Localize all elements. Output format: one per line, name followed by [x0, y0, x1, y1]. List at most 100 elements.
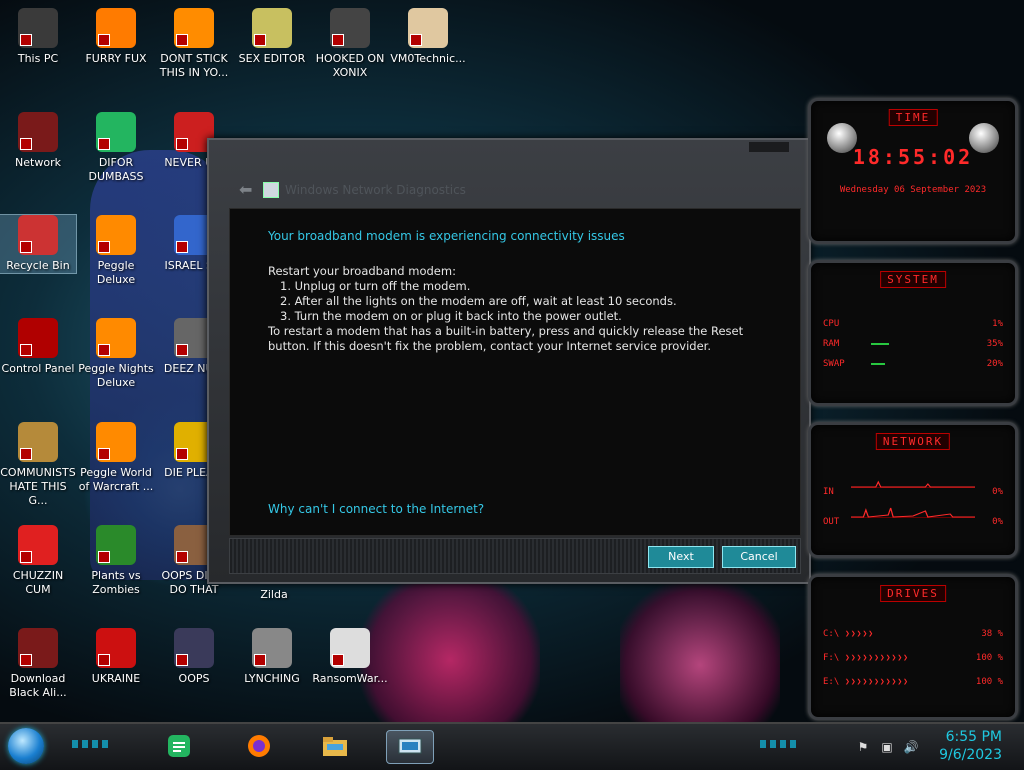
control-panel-icon [18, 318, 58, 358]
desktop-icon-label: This PC [17, 52, 59, 65]
desktop-icon[interactable]: Plants vs Zombies [78, 525, 154, 597]
shortcut-arrow-icon [98, 448, 110, 460]
desktop-icon[interactable]: Download Black Ali... [0, 628, 76, 700]
instruction-step: 2. After all the lights on the modem are… [280, 294, 677, 308]
desktop-icon[interactable]: RansomWar... [312, 628, 388, 686]
shortcut-arrow-icon [98, 138, 110, 150]
cancel-button[interactable]: Cancel [722, 546, 796, 568]
desktop-icon[interactable]: This PC [0, 8, 76, 66]
back-arrow-icon[interactable]: ⬅ [239, 181, 257, 199]
money-bag-icon [18, 422, 58, 462]
desktop-icon-label: COMMUNISTS HATE THIS G... [0, 466, 76, 507]
desktop-icon-partial[interactable]: Zilda [236, 588, 312, 602]
desktop-icon[interactable]: Recycle Bin [0, 214, 77, 274]
help-link[interactable]: Why can't I connect to the Internet? [268, 502, 484, 516]
drives-gadget[interactable]: DRIVES C:\ ❯❯❯❯❯ 38 % F:\ ❯❯❯❯❯❯❯❯❯❯❯ 10… [808, 574, 1018, 720]
desktop-icon-label: DIFOR DUMBASS [88, 156, 144, 183]
network-orb-icon [18, 112, 58, 152]
desktop-icon-label: RansomWar... [312, 672, 388, 685]
network-gadget[interactable]: NETWORK IN 0% OUT 0% [808, 422, 1018, 558]
cpu-label: CPU [823, 319, 840, 329]
desktop-icon-label: Peggle Deluxe [96, 259, 136, 286]
desktop-icon[interactable]: LYNCHING [234, 628, 310, 686]
dialog-content: Your broadband modem is experiencing con… [229, 208, 801, 536]
system-gadget-header: SYSTEM [880, 271, 946, 288]
desktop-icon[interactable]: Network [0, 112, 76, 170]
desktop-icon[interactable]: DIFOR DUMBASS [78, 112, 154, 184]
discord-icon [168, 735, 190, 757]
desktop-icon[interactable]: Peggle Deluxe [78, 215, 154, 287]
discord-icon [96, 112, 136, 152]
hxd-icon [252, 8, 292, 48]
desktop-icon[interactable]: UKRAINE [78, 628, 154, 686]
desktop-icon-label: CHUZZIN CUM [12, 569, 64, 596]
desktop-icon[interactable]: SEX EDITOR [234, 8, 310, 66]
network-gadget-header: NETWORK [875, 433, 951, 450]
radiation-icon [96, 628, 136, 668]
desktop-icon-label: Control Panel [1, 362, 75, 375]
desktop-icon[interactable]: Control Panel [0, 318, 76, 376]
desktop-icon-label: Download Black Ali... [9, 672, 67, 699]
desktop-icon[interactable]: Peggle Nights Deluxe [78, 318, 154, 390]
swap-row: SWAP 20% [823, 359, 1003, 371]
recycle-bin-icon [18, 215, 58, 255]
net-out-value: 0% [992, 517, 1003, 527]
xonix-icon [330, 8, 370, 48]
volume-icon[interactable]: 🔊 [903, 740, 919, 754]
cpu-row: CPU 1% [823, 319, 1003, 331]
swap-bar [871, 363, 885, 365]
file-explorer-icon [323, 737, 347, 756]
window-title: Windows Network Diagnostics [285, 183, 466, 197]
desktop-icon[interactable]: VM0Technic... [390, 8, 466, 66]
desktop-icon[interactable]: DONT STICK THIS IN YO... [156, 8, 232, 80]
drive-f-meter: ❯❯❯❯❯❯❯❯❯❯❯ [845, 653, 909, 662]
desktop-icon[interactable]: OOPS [156, 628, 232, 686]
desktop-icon-label: FURRY FUX [85, 52, 147, 65]
desktop-icon[interactable]: Peggle World of Warcraft ... [78, 422, 154, 494]
system-gadget[interactable]: SYSTEM CPU 1% RAM 35% SWAP 20% [808, 260, 1018, 406]
taskbar-firefox-button[interactable] [236, 730, 282, 762]
firefox-icon [96, 8, 136, 48]
time-gadget-header: TIME [888, 109, 938, 126]
knot-icon [252, 628, 292, 668]
drive-f-row: F:\ ❯❯❯❯❯❯❯❯❯❯❯ 100 % [823, 653, 1003, 665]
swap-label: SWAP [823, 359, 845, 369]
chuzzle-icon [18, 525, 58, 565]
drive-e-meter: ❯❯❯❯❯❯❯❯❯❯❯ [845, 677, 909, 686]
shortcut-arrow-icon [176, 34, 188, 46]
peggle-icon [96, 215, 136, 255]
desktop-icon[interactable]: FURRY FUX [78, 8, 154, 66]
alien-orb-icon [18, 628, 58, 668]
ram-label: RAM [823, 339, 840, 349]
desktop-icon-label: OOPS [178, 672, 210, 685]
clock-time: 6:55 PM [945, 729, 1002, 745]
instruction-step: 3. Turn the modem on or plug it back int… [280, 309, 622, 323]
window-frame-deco [749, 142, 789, 152]
shortcut-arrow-icon [20, 34, 32, 46]
ram-row: RAM 35% [823, 339, 1003, 351]
taskbar-network-diagnostics-button[interactable] [386, 730, 434, 764]
desktop-icon[interactable]: HOOKED ON XONIX [312, 8, 388, 80]
desktop-icon-label: HOOKED ON XONIX [315, 52, 385, 79]
desktop-gadgets: TIME 18:55:02 Wednesday 06 September 202… [796, 90, 1024, 720]
taskbar-file-explorer-button[interactable] [312, 730, 358, 762]
time-gadget[interactable]: TIME 18:55:02 Wednesday 06 September 202… [808, 98, 1018, 244]
monitor-icon [174, 628, 214, 668]
skull-icon [330, 628, 370, 668]
shortcut-arrow-icon [20, 241, 32, 253]
flag-icon[interactable]: ⚑ [855, 740, 871, 754]
net-in-row: IN 0% [823, 487, 1003, 499]
shortcut-arrow-icon [176, 654, 188, 666]
diagnostics-app-icon [263, 182, 279, 198]
desktop-icon[interactable]: COMMUNISTS HATE THIS G... [0, 422, 76, 508]
desktop-icon[interactable]: CHUZZIN CUM [0, 525, 76, 597]
instructions-intro: Restart your broadband modem: [268, 264, 456, 278]
next-button[interactable]: Next [648, 546, 714, 568]
net-in-graph [851, 473, 975, 488]
desktop-icon-label: Peggle Nights Deluxe [78, 362, 154, 389]
taskbar-discord-button[interactable] [156, 730, 202, 762]
taskbar-clock[interactable]: 6:55 PM 9/6/2023 [939, 728, 1002, 764]
ram-value: 35% [986, 339, 1003, 349]
start-button[interactable] [8, 728, 44, 764]
network-tray-icon[interactable]: ▣ [879, 740, 895, 754]
